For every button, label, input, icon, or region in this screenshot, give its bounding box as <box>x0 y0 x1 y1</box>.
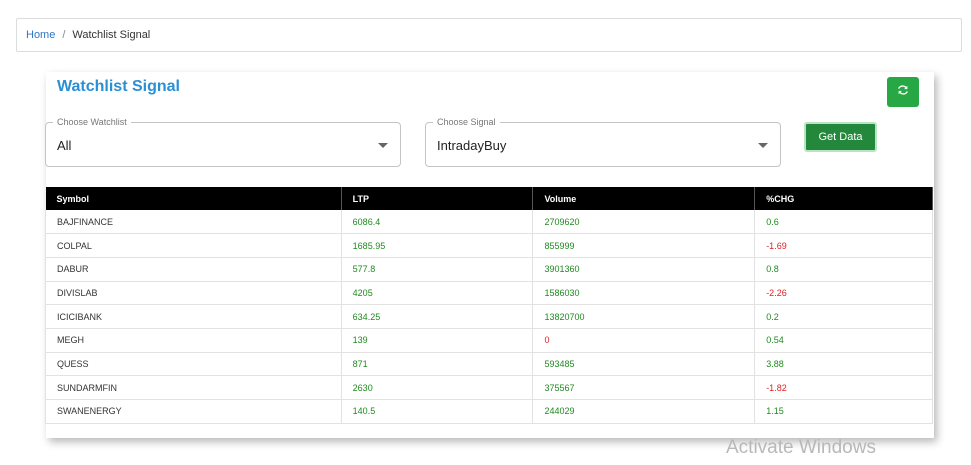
chevron-down-icon <box>378 143 388 148</box>
chg-cell: -1.69 <box>754 233 933 258</box>
watchlist-signal-card: Watchlist Signal Choose Watchlist All Ch… <box>45 72 934 438</box>
signal-select-value: IntradayBuy <box>437 138 507 153</box>
volume-cell: 0 <box>532 328 756 353</box>
symbol-cell: SUNDARMFIN <box>45 375 342 400</box>
chg-cell: 0.8 <box>754 257 933 282</box>
volume-cell: 855999 <box>532 233 756 258</box>
symbol-cell: DIVISLAB <box>45 281 342 306</box>
ltp-cell: 4205 <box>341 281 534 306</box>
activate-windows-watermark: Activate Windows <box>726 437 876 458</box>
table-row[interactable]: SUNDARMFIN 2630 375567 -1.82 <box>45 375 933 400</box>
table-row[interactable]: DABUR 577.8 3901360 0.8 <box>45 257 933 282</box>
symbol-cell: DABUR <box>45 257 342 282</box>
table-header-row: Symbol LTP Volume %CHG <box>45 187 933 210</box>
table-row[interactable]: QUESS 871 593485 3.88 <box>45 352 933 377</box>
volume-cell: 1586030 <box>532 281 756 306</box>
symbol-cell: MEGH <box>45 328 342 353</box>
chg-cell: 3.88 <box>754 352 933 377</box>
table-row[interactable]: ICICIBANK 634.25 13820700 0.2 <box>45 304 933 329</box>
column-header-symbol[interactable]: Symbol <box>45 187 342 210</box>
breadcrumb: Home / Watchlist Signal <box>16 18 962 52</box>
volume-cell: 593485 <box>532 352 756 377</box>
ltp-cell: 634.25 <box>341 304 534 329</box>
breadcrumb-current: Watchlist Signal <box>72 29 151 41</box>
volume-cell: 244029 <box>532 399 756 424</box>
table-row[interactable]: BAJFINANCE 6086.4 2709620 0.6 <box>45 210 933 235</box>
chg-cell: -1.82 <box>754 375 933 400</box>
symbol-cell: BAJFINANCE <box>45 210 342 235</box>
ltp-cell: 6086.4 <box>341 210 534 235</box>
chg-cell: 0.2 <box>754 304 933 329</box>
volume-cell: 3901360 <box>532 257 756 282</box>
get-data-button[interactable]: Get Data <box>804 122 877 152</box>
watchlist-select-value: All <box>57 138 72 153</box>
watchlist-select[interactable]: Choose Watchlist All <box>45 117 401 167</box>
signal-select-label: Choose Signal <box>433 117 500 127</box>
column-header-ltp[interactable]: LTP <box>341 187 534 210</box>
signal-table: Symbol LTP Volume %CHG BAJFINANCE 6086.4 2… <box>45 187 933 424</box>
table-row[interactable]: COLPAL 1685.95 855999 -1.69 <box>45 233 933 258</box>
ltp-cell: 871 <box>341 352 534 377</box>
chg-cell: -2.26 <box>754 281 933 306</box>
chg-cell: 0.54 <box>754 328 933 353</box>
breadcrumb-separator: / <box>62 29 66 41</box>
volume-cell: 375567 <box>532 375 756 400</box>
chg-cell: 0.6 <box>754 210 933 235</box>
ltp-cell: 1685.95 <box>341 233 534 258</box>
column-header-volume[interactable]: Volume <box>532 187 756 210</box>
ltp-cell: 2630 <box>341 375 534 400</box>
volume-cell: 13820700 <box>532 304 756 329</box>
watchlist-select-label: Choose Watchlist <box>53 117 131 127</box>
page-title: Watchlist Signal <box>57 78 180 95</box>
symbol-cell: QUESS <box>45 352 342 377</box>
refresh-icon <box>896 83 910 102</box>
table-row[interactable]: SWANENERGY 140.5 244029 1.15 <box>45 399 933 424</box>
chg-cell: 1.15 <box>754 399 933 424</box>
table-row[interactable]: DIVISLAB 4205 1586030 -2.26 <box>45 281 933 306</box>
chevron-down-icon <box>758 143 768 148</box>
ltp-cell: 140.5 <box>341 399 534 424</box>
table-body: BAJFINANCE 6086.4 2709620 0.6 COLPAL 1685.95 8… <box>45 210 933 424</box>
ltp-cell: 139 <box>341 328 534 353</box>
table-row[interactable]: MEGH 139 0 0.54 <box>45 328 933 353</box>
signal-select[interactable]: Choose Signal IntradayBuy <box>425 117 781 167</box>
column-header-chg[interactable]: %CHG <box>754 187 933 210</box>
symbol-cell: SWANENERGY <box>45 399 342 424</box>
symbol-cell: COLPAL <box>45 233 342 258</box>
ltp-cell: 577.8 <box>341 257 534 282</box>
refresh-button[interactable] <box>887 77 919 107</box>
volume-cell: 2709620 <box>532 210 756 235</box>
breadcrumb-home-link[interactable]: Home <box>26 29 55 41</box>
symbol-cell: ICICIBANK <box>45 304 342 329</box>
